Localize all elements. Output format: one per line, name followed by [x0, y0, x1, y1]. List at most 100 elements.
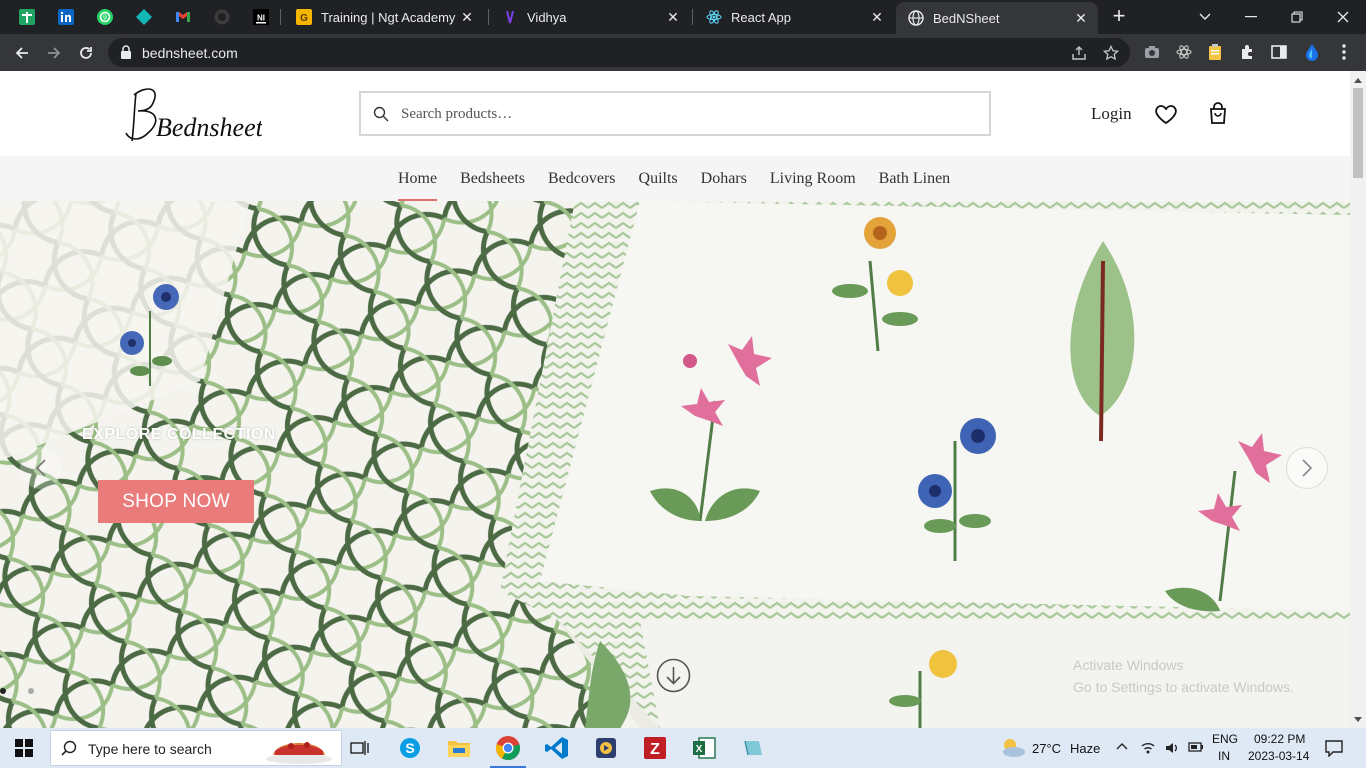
pinned-tab-whatsapp[interactable]: 9 [92, 6, 118, 28]
bednsheet-logo: Bednsheet [125, 88, 264, 142]
taskbar-app-filezilla[interactable]: Z [631, 728, 679, 768]
tab-title: BedNSheet [933, 10, 1000, 26]
start-button[interactable] [0, 728, 48, 768]
pinned-tab-gmail[interactable] [170, 6, 196, 28]
slider-prev-button[interactable] [20, 447, 62, 489]
close-tab-icon[interactable]: ✕ [868, 8, 886, 26]
scroll-up-icon[interactable] [1354, 76, 1362, 84]
restore-button[interactable] [1274, 0, 1320, 34]
camera-extension-icon[interactable] [1142, 42, 1162, 62]
folder-icon [448, 741, 470, 757]
reload-icon [80, 47, 92, 59]
site-header: Bednsheet Login [0, 71, 1350, 156]
search-box[interactable] [359, 91, 991, 136]
new-tab-button[interactable]: + [1108, 5, 1130, 28]
chevron-down-icon [1199, 13, 1211, 20]
nav-item-bath-linen[interactable]: Bath Linen [879, 156, 951, 201]
skype-icon: S [400, 738, 420, 758]
puzzle-extensions-icon[interactable] [1237, 42, 1257, 62]
pinned-tab-github[interactable] [209, 6, 235, 28]
language-code[interactable]: ENG [1212, 732, 1238, 746]
taskbar-app-excel[interactable]: X [680, 728, 728, 768]
pinned-tab-linkedin[interactable] [53, 6, 79, 28]
slider-dot[interactable] [0, 688, 6, 694]
scroll-down-icon[interactable] [1354, 716, 1362, 724]
forward-button[interactable] [41, 40, 67, 66]
windows-logo-icon [15, 739, 33, 757]
media-app-icon [596, 738, 616, 758]
shopping-bag-icon[interactable] [1206, 102, 1230, 126]
notification-center-icon[interactable] [1325, 739, 1343, 757]
chevron-up-icon[interactable] [1116, 742, 1128, 750]
site-logo[interactable]: Bednsheet [122, 81, 264, 147]
tab-ngt-academy[interactable]: G Training | Ngt Academy ✕ [284, 0, 484, 34]
taskbar-search[interactable]: Type here to search [50, 730, 342, 766]
pinned-tab-ni[interactable]: NI [248, 6, 274, 28]
taskbar-search-text: Type here to search [88, 741, 212, 757]
nav-item-dohars[interactable]: Dohars [701, 156, 747, 201]
close-window-button[interactable] [1320, 0, 1366, 34]
slider-dot[interactable] [28, 688, 34, 694]
web-page: Bednsheet Login Home Bedsheets Bedcovers… [0, 71, 1350, 728]
heart-wishlist-icon[interactable] [1154, 102, 1178, 126]
tab-separator [692, 9, 693, 25]
taskbar-app-vscode[interactable] [533, 728, 581, 768]
chevron-right-icon [1302, 459, 1313, 477]
side-panel-icon[interactable] [1269, 42, 1289, 62]
pinned-tab-diamond[interactable] [131, 6, 157, 28]
back-button[interactable] [9, 40, 35, 66]
tab-vidhya[interactable]: Vidhya ✕ [490, 0, 690, 34]
weather-desc[interactable]: Haze [1070, 741, 1100, 756]
weather-temp[interactable]: 27°C [1032, 741, 1061, 756]
logo-text: Bednsheet [156, 113, 262, 142]
nav-item-bedsheets[interactable]: Bedsheets [460, 156, 525, 201]
tab-react-app[interactable]: React App ✕ [694, 0, 894, 34]
minimize-button[interactable] [1228, 0, 1274, 34]
taskbar-app-file-explorer[interactable] [435, 728, 483, 768]
share-icon[interactable] [1070, 44, 1088, 62]
scrollbar-thumb[interactable] [1353, 88, 1363, 178]
close-tab-icon[interactable]: ✕ [458, 8, 476, 26]
battery-icon[interactable] [1188, 741, 1204, 753]
pinned-tab-sheets[interactable] [14, 6, 40, 28]
nav-item-living-room[interactable]: Living Room [770, 156, 856, 201]
tab-search-button[interactable] [1182, 0, 1228, 34]
close-tab-icon[interactable]: ✕ [1072, 9, 1090, 27]
profile-avatar-icon[interactable] [1302, 42, 1322, 62]
browser-toolbar: bednsheet.com [0, 34, 1366, 71]
page-scrollbar[interactable] [1350, 71, 1366, 728]
close-tab-icon[interactable]: ✕ [664, 8, 682, 26]
browser-tab-strip: 9 NI G Training | Ngt Academy ✕ Vidhya ✕… [0, 0, 1366, 34]
clipboard-extension-icon[interactable] [1205, 42, 1225, 62]
bookmark-star-icon[interactable] [1102, 44, 1120, 62]
react-devtools-icon[interactable] [1174, 42, 1194, 62]
shop-now-button[interactable]: SHOP NOW [98, 480, 254, 523]
taskbar-app-skype[interactable]: S [386, 728, 434, 768]
nav-item-bedcovers[interactable]: Bedcovers [548, 156, 616, 201]
language-region[interactable]: IN [1218, 749, 1230, 763]
scroll-down-arrow-icon[interactable] [656, 658, 691, 693]
vscode-icon [545, 737, 568, 759]
login-link[interactable]: Login [1091, 104, 1132, 124]
wifi-icon[interactable] [1140, 740, 1156, 756]
search-input[interactable] [401, 101, 961, 127]
slider-next-button[interactable] [1286, 447, 1328, 489]
task-view-button[interactable] [336, 728, 384, 768]
nav-item-home[interactable]: Home [398, 156, 438, 201]
speaker-icon[interactable] [1164, 740, 1180, 756]
weather-haze-icon[interactable] [998, 737, 1026, 759]
reload-button[interactable] [73, 40, 99, 66]
taskbar-app-chrome[interactable] [484, 728, 532, 768]
nav-item-quilts[interactable]: Quilts [639, 156, 678, 201]
tab-bednsheet[interactable]: BedNSheet ✕ [896, 2, 1098, 34]
clock-time[interactable]: 09:22 PM [1254, 732, 1305, 746]
taskbar-app-media[interactable] [582, 728, 630, 768]
address-bar[interactable]: bednsheet.com [108, 38, 1130, 67]
github-icon [214, 9, 230, 25]
taskbar-app-notes[interactable] [729, 728, 777, 768]
svg-text:G: G [300, 13, 308, 24]
browser-menu-icon[interactable] [1334, 42, 1354, 62]
clock-date[interactable]: 2023-03-14 [1248, 749, 1309, 763]
tab-title: React App [731, 9, 791, 25]
main-navigation: Home Bedsheets Bedcovers Quilts Dohars L… [0, 156, 1350, 201]
